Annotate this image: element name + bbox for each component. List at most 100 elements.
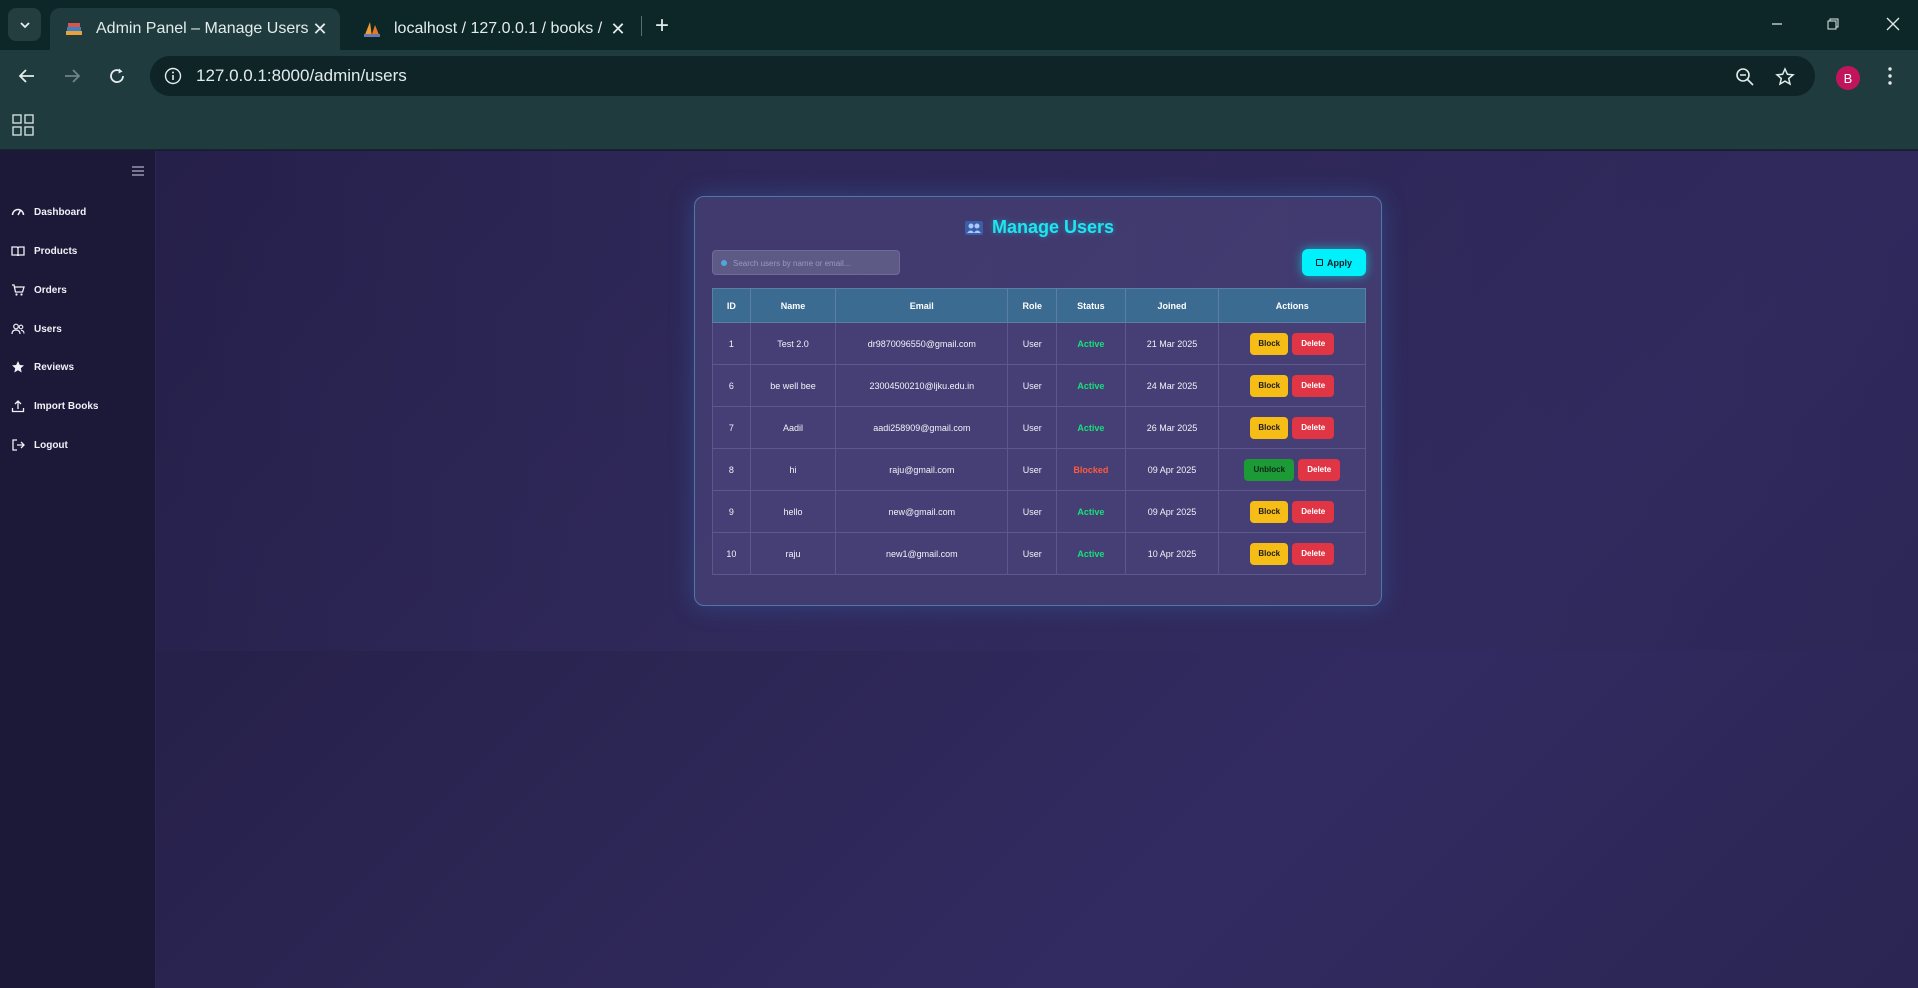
arrow-left-icon [18,69,34,83]
zoom-icon[interactable] [1732,64,1758,90]
delete-button[interactable]: Delete [1292,416,1335,439]
checkbox-icon [1315,259,1323,266]
new-tab-button[interactable]: + [648,12,676,40]
page-content: Dashboard Products Orders Users Reviews [0,151,1918,988]
block-button[interactable]: Block [1250,374,1289,397]
column-header-name[interactable]: Name [749,288,837,323]
cell-actions: Block Delete [1218,532,1366,575]
back-button[interactable] [10,59,44,93]
apps-grid-icon[interactable] [12,114,34,136]
minimize-icon [1772,23,1782,25]
bookmark-star-icon[interactable] [1772,64,1798,90]
close-window-button[interactable] [1871,6,1915,42]
cell-role: User [1007,490,1058,533]
unblock-button[interactable]: Unblock [1244,458,1295,481]
hamburger-menu-icon[interactable] [132,165,144,177]
phpmyadmin-favicon-icon [364,22,380,37]
cell-id: 10 [712,532,751,575]
chevron-down-icon [19,21,30,28]
cell-role: User [1007,532,1058,575]
table-row: 9 hello new@gmail.com User Active 09 Apr… [712,490,1366,533]
tab-search-button[interactable] [8,8,41,41]
site-info-icon[interactable] [160,63,186,89]
cell-name: hello [749,490,837,533]
cell-actions: Block Delete [1218,322,1366,365]
browser-menu-icon[interactable] [1880,62,1900,90]
cell-id: 7 [712,406,751,449]
status-badge: Active [1056,490,1126,533]
star-icon [10,359,26,375]
search-input[interactable] [733,254,893,272]
cell-role: User [1007,448,1058,491]
reload-button[interactable] [100,59,134,93]
block-button[interactable]: Block [1250,542,1289,565]
restore-button[interactable] [1811,6,1855,42]
status-badge: Active [1056,364,1126,407]
upload-icon [10,398,26,414]
cell-joined: 09 Apr 2025 [1124,448,1220,491]
tab-phpmyadmin[interactable]: localhost / 127.0.0.1 / books / u ✕ [348,8,638,50]
apply-button[interactable]: Apply [1302,249,1366,276]
delete-button[interactable]: Delete [1292,500,1335,523]
cell-actions: Block Delete [1218,406,1366,449]
sidebar-item-dashboard[interactable]: Dashboard [0,198,156,226]
status-badge: Active [1056,406,1126,449]
block-button[interactable]: Block [1250,332,1289,355]
status-badge: Active [1056,322,1126,365]
sidebar-item-label: Reviews [34,361,75,373]
column-header-status[interactable]: Status [1056,288,1126,323]
cell-name: raju [749,532,837,575]
cell-name: Aadil [749,406,837,449]
table-row: 8 hi raju@gmail.com User Blocked 09 Apr … [712,448,1366,491]
cell-joined: 24 Mar 2025 [1124,364,1220,407]
column-header-id[interactable]: ID [712,288,751,323]
sidebar-item-label: Users [34,323,62,335]
cell-actions: Unblock Delete [1218,448,1366,491]
cell-email: dr9870096550@gmail.com [835,322,1009,365]
status-badge: Active [1056,532,1126,575]
cell-id: 1 [712,322,751,365]
column-header-role[interactable]: Role [1007,288,1058,323]
books-favicon-icon [66,23,82,35]
tab-title: Admin Panel – Manage Users [96,20,308,37]
url-text[interactable]: 127.0.0.1:8000/admin/users [196,66,407,86]
address-bar[interactable]: 127.0.0.1:8000/admin/users [150,56,1815,96]
tab-title: localhost / 127.0.0.1 / books / u [394,20,606,37]
delete-button[interactable]: Delete [1298,458,1341,481]
close-icon[interactable]: ✕ [308,17,332,41]
column-header-actions: Actions [1218,288,1366,323]
arrow-right-icon [65,69,81,83]
delete-button[interactable]: Delete [1292,542,1335,565]
logout-icon [10,437,26,453]
sidebar-item-users[interactable]: Users [0,315,156,343]
bookmarks-bar [0,100,1918,150]
browser-tabstrip: Admin Panel – Manage Users ✕ localhost /… [0,0,1918,50]
forward-button[interactable] [55,59,89,93]
cart-icon [10,282,26,298]
block-button[interactable]: Block [1250,500,1289,523]
table-row: 6 be well bee 23004500210@ljku.edu.in Us… [712,364,1366,407]
delete-button[interactable]: Delete [1292,332,1335,355]
sidebar-item-products[interactable]: Products [0,237,156,265]
column-header-email[interactable]: Email [835,288,1009,323]
page-title: Manage Users [695,217,1383,238]
close-icon[interactable]: ✕ [606,17,630,41]
book-icon [10,243,26,259]
cell-role: User [1007,322,1058,365]
profile-avatar[interactable]: B [1836,66,1860,90]
sidebar-item-reviews[interactable]: Reviews [0,353,156,381]
minimize-button[interactable] [1755,6,1799,42]
cell-name: hi [749,448,837,491]
status-badge: Blocked [1056,448,1126,491]
cell-actions: Block Delete [1218,364,1366,407]
sidebar-item-orders[interactable]: Orders [0,276,156,304]
tab-admin-panel[interactable]: Admin Panel – Manage Users ✕ [50,8,340,50]
sidebar-item-import-books[interactable]: Import Books [0,392,156,420]
cell-email: raju@gmail.com [835,448,1009,491]
search-field[interactable] [712,250,900,275]
delete-button[interactable]: Delete [1292,374,1335,397]
block-button[interactable]: Block [1250,416,1289,439]
sidebar-item-label: Logout [34,439,68,451]
column-header-joined[interactable]: Joined [1124,288,1220,323]
sidebar-item-logout[interactable]: Logout [0,431,156,459]
